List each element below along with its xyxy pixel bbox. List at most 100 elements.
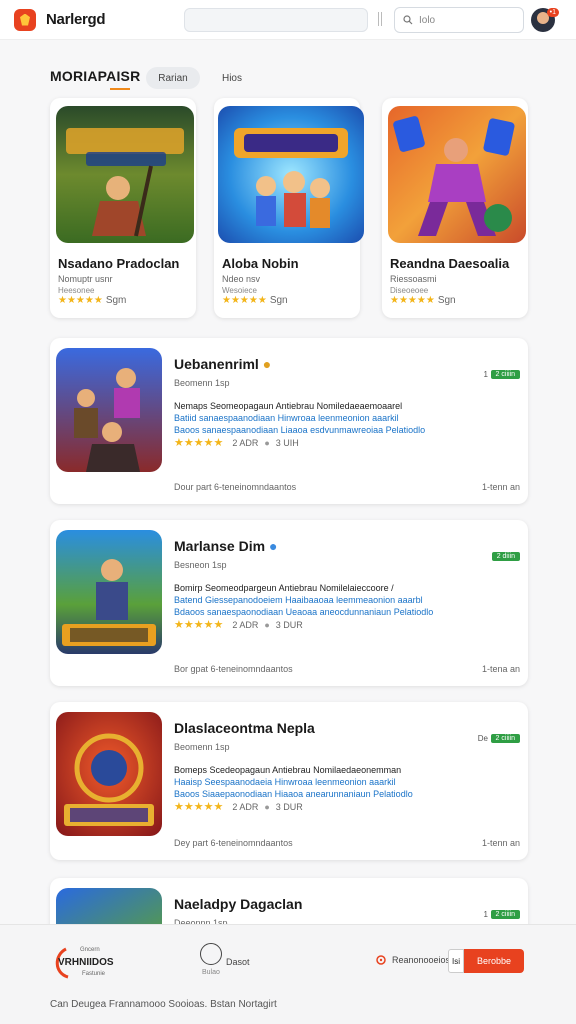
emoji-icon: ● <box>262 356 272 372</box>
item-subtitle: Beomenn 1sp <box>174 378 230 388</box>
item-footer-right: 1-tena an <box>481 664 520 674</box>
section-title: MORIAPAISR <box>50 68 141 84</box>
emoji-icon: ● <box>268 538 278 554</box>
star-rating-icon: ★★★★★ <box>390 295 435 306</box>
section-title-underline <box>110 88 130 90</box>
footer-logo-sub: Fastunie <box>82 971 106 977</box>
list-item[interactable]: Marlanse Dim ● Besneon 1sp 2 diiin Bomir… <box>50 520 528 686</box>
rating-count: 2 ADR <box>232 619 259 630</box>
card-meta: Wesoiece <box>222 286 257 295</box>
top-input-field[interactable] <box>184 8 368 32</box>
search-box[interactable]: Iolo <box>394 7 524 33</box>
item-description: Nemaps Seomeopagaun Antiebrau Nomiledaea… <box>174 400 444 436</box>
item-footer: Dour part 6-teneinomndaantos <box>174 482 297 492</box>
item-subtitle: Besneon 1sp <box>174 560 227 570</box>
rating-label: Sgn <box>437 295 456 306</box>
game-cover-image[interactable] <box>56 530 162 654</box>
card-title: Nsadano Pradoclan <box>58 256 180 271</box>
game-cover-image[interactable] <box>56 106 194 243</box>
list-item[interactable]: Dlaslaceontma Nepla Beomenn 1sp De 2 cii… <box>50 702 528 860</box>
people-icon: ● <box>264 437 270 448</box>
item-count: 1 <box>483 370 488 379</box>
card-meta: Heesonee <box>58 286 95 295</box>
star-rating-icon: ★★★★★ <box>222 295 267 306</box>
rating-count: 2 ADR <box>232 437 259 448</box>
status-badge: 2 ciiiin <box>490 910 520 919</box>
card-title: Aloba Nobin <box>222 256 299 271</box>
featured-card[interactable]: Reandna Daesoalia Riessoasmi Diseoeoee ★… <box>382 98 528 318</box>
game-cover-image[interactable] <box>56 712 162 836</box>
item-subtitle: Beomenn 1sp <box>174 742 230 752</box>
subscribe-button[interactable]: Berobbe <box>464 949 524 973</box>
people-icon: ● <box>264 801 270 812</box>
tab-rarian[interactable]: Rarian <box>146 67 200 89</box>
settings-label: Reanonooeios <box>392 955 451 965</box>
item-title: Marlanse Dim ● <box>174 538 277 554</box>
description-link[interactable]: Haaisp Seespaanodaeia Hinwroaa leenmeoni… <box>174 776 444 788</box>
star-rating-icon: ★★★★★ <box>58 295 103 306</box>
shield-icon <box>20 13 30 26</box>
help-sublabel: Bulao <box>202 969 220 976</box>
description-link[interactable]: Bdaoos sanaespaonodiaan Ueaoaa aneocdunn… <box>174 606 444 618</box>
app-logo[interactable] <box>14 8 36 31</box>
game-cover-image[interactable] <box>218 106 364 243</box>
rating-count: 2 ADR <box>232 801 259 812</box>
search-placeholder: Iolo <box>419 14 436 26</box>
list-item[interactable]: Uebanenriml ● Beomenn 1sp 1 2 ciiiin Nem… <box>50 338 528 504</box>
item-footer-right: 1-tenn an <box>481 482 520 492</box>
rating-label: Sgm <box>105 295 127 306</box>
footer-logo-small: Gncern <box>80 947 100 953</box>
people-icon: ● <box>264 619 270 630</box>
search-icon <box>403 15 413 25</box>
card-subtitle: Nomuptr usnr <box>58 274 113 284</box>
status-badge: 2 ciiiin <box>490 734 520 743</box>
rating-extra: 3 DUR <box>275 801 303 812</box>
featured-card[interactable]: Nsadano Pradoclan Nomuptr usnr Heesonee … <box>50 98 196 318</box>
game-cover-image[interactable] <box>56 348 162 472</box>
copyright-text: Can Deugea Frannamooo Sooioas. Bstan Nor… <box>50 999 277 1010</box>
description-line: Bomeps Scedeopagaun Antiebrau Nomilaedae… <box>174 765 402 775</box>
item-title: Naeladpy Dagaclan <box>174 896 303 912</box>
tab-hios[interactable]: Hios <box>212 67 252 89</box>
star-rating-icon: ★★★★★ <box>174 619 224 631</box>
help-icon[interactable] <box>200 943 222 965</box>
avatar[interactable]: •1 <box>531 8 559 32</box>
description-link[interactable]: Batiid sanaespaanodiaan Hinwroaa leenmeo… <box>174 412 444 424</box>
footer-logo-text: VRHNIIDOS <box>58 957 114 968</box>
item-title-text: Uebanenriml <box>174 356 259 372</box>
footer-input[interactable]: Isi <box>448 949 464 973</box>
item-description: Bomirp Seomeodpargeun Antiebrau Nomilela… <box>174 582 444 618</box>
help-label[interactable]: Dasot <box>226 957 250 967</box>
item-rating: ★★★★★ 2 ADR ● 3 DUR <box>174 800 303 813</box>
card-rating: ★★★★★ Sgn <box>390 295 456 306</box>
divider-icon <box>378 12 382 26</box>
item-title: Uebanenriml ● <box>174 356 271 372</box>
status-badge: 2 ciiiin <box>490 370 520 379</box>
description-line: Nemaps Seomeopagaun Antiebrau Nomiledaea… <box>174 401 403 411</box>
settings-link[interactable]: Reanonooeios <box>376 955 450 965</box>
rating-label: Sgn <box>269 295 288 306</box>
card-meta: Diseoeoee <box>390 286 429 295</box>
featured-card[interactable]: Aloba Nobin Ndeo nsv Wesoiece ★★★★★ Sgn <box>214 98 364 318</box>
card-title: Reandna Daesoalia <box>390 256 510 271</box>
description-line: Bomirp Seomeodpargeun Antiebrau Nomilela… <box>174 583 394 593</box>
notification-badge: •1 <box>546 8 559 17</box>
footer: Gncern VRHNIIDOS Fastunie Dasot Bulao Re… <box>0 924 576 1024</box>
description-link[interactable]: Batend Giessepanodoeiem Haaibaaoaa leemm… <box>174 594 444 606</box>
top-bar: Narlergd Iolo •1 <box>0 0 576 40</box>
rating-extra: 3 UIH <box>275 437 299 448</box>
card-rating: ★★★★★ Sgn <box>222 295 288 306</box>
item-rating: ★★★★★ 2 ADR ● 3 DUR <box>174 618 303 631</box>
game-cover-image[interactable] <box>388 106 526 243</box>
item-footer-right: 1-tenn an <box>481 838 520 848</box>
description-link[interactable]: Baoos Siaaepaonodiaan Hiaaoa anearunnani… <box>174 788 444 800</box>
card-rating: ★★★★★ Sgm <box>58 295 126 306</box>
star-rating-icon: ★★★★★ <box>174 437 224 449</box>
item-footer: Dey part 6-teneinomndaantos <box>174 838 293 848</box>
item-description: Bomeps Scedeopagaun Antiebrau Nomilaedae… <box>174 764 444 800</box>
rating-extra: 3 DUR <box>275 619 303 630</box>
card-subtitle: Riessoasmi <box>390 274 437 284</box>
footer-logo[interactable]: Gncern VRHNIIDOS Fastunie <box>52 945 122 981</box>
description-link[interactable]: Baoos sanaespaanodiaan Liaaoa esdvunmawr… <box>174 424 444 436</box>
item-count: De <box>477 734 488 743</box>
